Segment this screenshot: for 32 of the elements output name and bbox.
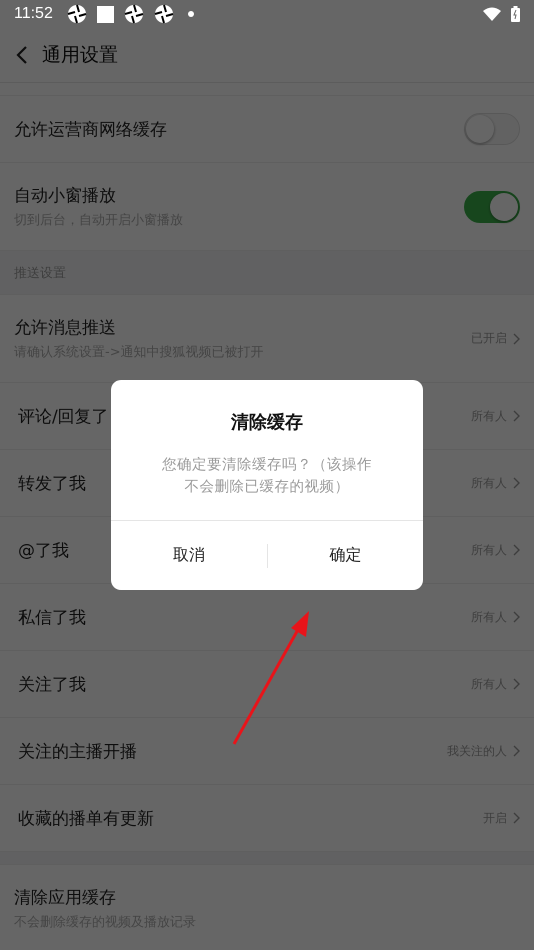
aperture-icon xyxy=(154,4,174,24)
setting-label: 允许运营商网络缓存 xyxy=(14,118,167,140)
aperture-icon xyxy=(124,4,144,24)
chevron-right-icon xyxy=(513,410,520,422)
dialog-title: 清除缓存 xyxy=(231,411,303,434)
setting-label[interactable]: 转发了我 xyxy=(18,472,86,494)
setting-label[interactable]: 关注的主播开播 xyxy=(18,740,137,762)
setting-label[interactable]: @了我 xyxy=(18,538,69,562)
aperture-icon xyxy=(66,4,87,24)
status-time: 11:52 xyxy=(14,5,53,23)
setting-label[interactable]: 私信了我 xyxy=(18,606,86,628)
setting-label[interactable]: 关注了我 xyxy=(18,672,86,696)
chevron-right-icon xyxy=(513,812,520,824)
page-title: 通用设置 xyxy=(42,43,118,68)
dialog-button[interactable]: 取消 xyxy=(111,521,266,590)
battery-icon xyxy=(511,6,520,22)
chevron-right-icon xyxy=(513,332,520,344)
chevron-right-icon xyxy=(513,477,520,489)
wifi-icon xyxy=(483,7,501,21)
dialog-message: 您确定要清除缓存吗？（该操作不会删除已缓存的视频） xyxy=(161,456,373,497)
chevron-right-icon xyxy=(513,678,520,690)
setting-label[interactable]: 收藏的播单有更新 xyxy=(18,806,154,830)
notification-dot-icon xyxy=(188,11,194,17)
setting-label[interactable]: 评论/回复了 xyxy=(18,404,109,428)
chevron-right-icon xyxy=(513,745,520,757)
chevron-right-icon xyxy=(513,544,520,556)
setting-label[interactable]: 允许消息推送 xyxy=(14,316,116,339)
chevron-right-icon xyxy=(513,611,520,623)
setting-label[interactable]: 清除应用缓存 xyxy=(14,886,116,909)
dialog-button[interactable]: 确定 xyxy=(268,521,423,590)
setting-label: 自动小窗播放 xyxy=(14,185,116,207)
toggle-switch[interactable] xyxy=(464,190,520,222)
